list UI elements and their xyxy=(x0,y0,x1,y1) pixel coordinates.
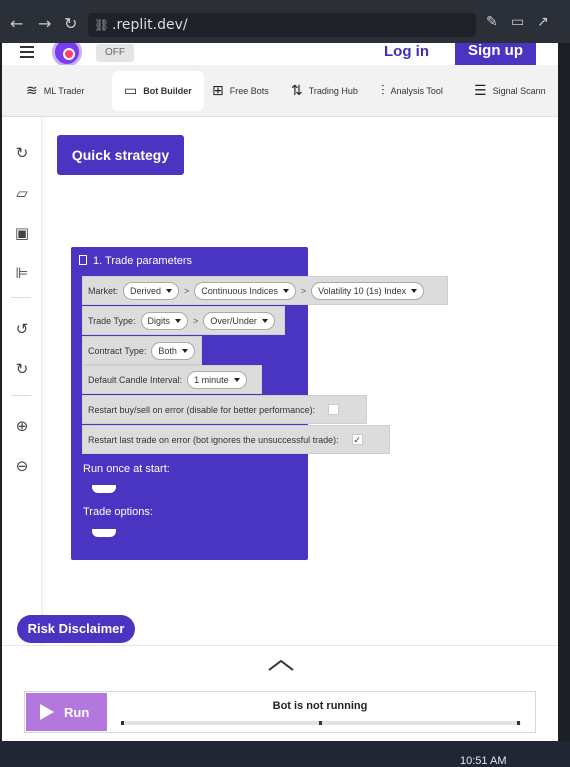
market-derived-dropdown[interactable]: Derived xyxy=(123,281,180,300)
quick-strategy-button[interactable]: Quick strategy xyxy=(57,135,184,175)
tab-label: Trading Hub xyxy=(308,86,358,96)
statement-notch xyxy=(92,529,116,537)
toolbar-divider xyxy=(11,395,31,396)
trade-type-category-dropdown[interactable]: Digits xyxy=(140,311,189,330)
brand-logo[interactable] xyxy=(52,43,82,67)
layers-icon: ≋ xyxy=(26,83,38,99)
run-progress-track xyxy=(121,721,521,725)
trade-options-label: Trade options: xyxy=(83,506,153,518)
chevron-up-icon[interactable] xyxy=(268,659,294,671)
contract-type-row: Contract Type: Both xyxy=(82,336,202,365)
menu-icon[interactable] xyxy=(20,46,34,58)
undo-icon[interactable]: ↺ xyxy=(12,319,32,339)
open-external-icon[interactable]: ↗ xyxy=(537,14,549,30)
document-icon xyxy=(79,255,87,265)
reset-icon[interactable]: ↻ xyxy=(12,143,32,163)
tab-trading-hub[interactable]: ⇅ Trading Hub xyxy=(291,71,358,111)
sort-blocks-icon[interactable]: ⊫ xyxy=(12,263,32,283)
forward-arrow-icon[interactable]: → xyxy=(38,14,51,33)
list-icon: ☰ xyxy=(474,83,487,99)
redo-icon[interactable]: ↻ xyxy=(12,359,32,379)
monitor-icon: ▭ xyxy=(124,83,138,99)
browser-toolbar: ← → ↻ ⛓ .replit.dev/ ✎ ▭ ↗ xyxy=(0,0,570,43)
run-once-label: Run once at start: xyxy=(83,463,170,475)
url-text: .replit.dev/ xyxy=(112,17,188,33)
taskbar-clock: 10:51 AM xyxy=(460,755,507,767)
bot-status-text: Bot is not running xyxy=(272,700,368,712)
restart-last-trade-checkbox[interactable]: ✓ xyxy=(351,434,363,445)
tab-label: ML Trader xyxy=(43,86,85,96)
trade-type-dropdown[interactable]: Over/Under xyxy=(203,311,275,330)
zoom-out-icon[interactable]: ⊖ xyxy=(12,456,32,476)
app-header: OFF Log in Sign up xyxy=(2,43,558,69)
save-icon[interactable]: ▣ xyxy=(12,223,32,243)
market-symbol-dropdown[interactable]: Volatility 10 (1s) Index xyxy=(311,281,425,300)
toolbar-divider xyxy=(11,297,31,298)
devices-icon[interactable]: ▭ xyxy=(511,14,524,30)
candles-icon: ⫶ xyxy=(381,83,385,99)
run-button[interactable]: Run xyxy=(26,693,107,731)
app-window: OFF Log in Sign up ≋ ML Trader ▭ Bot Bui… xyxy=(2,43,558,741)
zoom-in-icon[interactable]: ⊕ xyxy=(12,416,32,436)
candle-interval-dropdown[interactable]: 1 minute xyxy=(187,370,247,389)
block-title: 1. Trade parameters xyxy=(79,255,192,267)
grid-plus-icon: ⊞ xyxy=(212,83,224,99)
workspace-toolbar: ↻ ▱ ▣ ⊫ ↺ ↻ ⊕ ⊖ xyxy=(2,117,42,645)
tab-label: Bot Builder xyxy=(143,86,192,96)
login-link[interactable]: Log in xyxy=(384,43,429,60)
run-panel: Run Bot is not running xyxy=(2,645,558,741)
toggle-off-badge[interactable]: OFF xyxy=(96,44,134,62)
tab-label: Signal Scann xyxy=(492,86,546,96)
tab-signal-scanner[interactable]: ☰ Signal Scann xyxy=(474,71,546,111)
folder-open-icon[interactable]: ▱ xyxy=(12,183,32,203)
trade-type-row: Trade Type: Digits > Over/Under xyxy=(82,306,285,335)
statement-notch xyxy=(92,485,116,493)
restart-buy-sell-row: Restart buy/sell on error (disable for b… xyxy=(82,395,367,424)
tab-free-bots[interactable]: ⊞ Free Bots xyxy=(212,71,269,111)
os-taskbar: 10:51 AM xyxy=(0,741,570,767)
market-submarket-dropdown[interactable]: Continuous Indices xyxy=(194,281,296,300)
arrows-icon: ⇅ xyxy=(291,83,303,99)
run-bar: Run Bot is not running xyxy=(24,691,536,733)
restart-buy-sell-checkbox[interactable] xyxy=(328,404,340,415)
back-arrow-icon[interactable]: ← xyxy=(10,14,23,33)
tab-ml-trader[interactable]: ≋ ML Trader xyxy=(26,71,84,111)
address-bar[interactable]: ⛓ .replit.dev/ xyxy=(88,13,476,37)
main-tabs: ≋ ML Trader ▭ Bot Builder ⊞ Free Bots ⇅ … xyxy=(2,65,558,117)
wrench-icon[interactable]: ✎ xyxy=(486,14,498,30)
reload-icon[interactable]: ↻ xyxy=(64,14,77,33)
risk-disclaimer-button[interactable]: Risk Disclaimer xyxy=(17,615,135,643)
tab-analysis-tool[interactable]: ⫶ Analysis Tool xyxy=(381,71,443,111)
tab-label: Free Bots xyxy=(229,86,269,96)
restart-last-trade-row: Restart last trade on error (bot ignores… xyxy=(82,425,390,454)
tab-bot-builder[interactable]: ▭ Bot Builder xyxy=(112,71,204,111)
contract-type-dropdown[interactable]: Both xyxy=(151,341,195,360)
tab-label: Analysis Tool xyxy=(390,86,443,96)
play-icon xyxy=(40,704,54,720)
market-row: Market: Derived > Continuous Indices > V… xyxy=(82,276,448,305)
candle-interval-row: Default Candle Interval: 1 minute xyxy=(82,365,262,394)
link-icon: ⛓ xyxy=(94,18,110,32)
